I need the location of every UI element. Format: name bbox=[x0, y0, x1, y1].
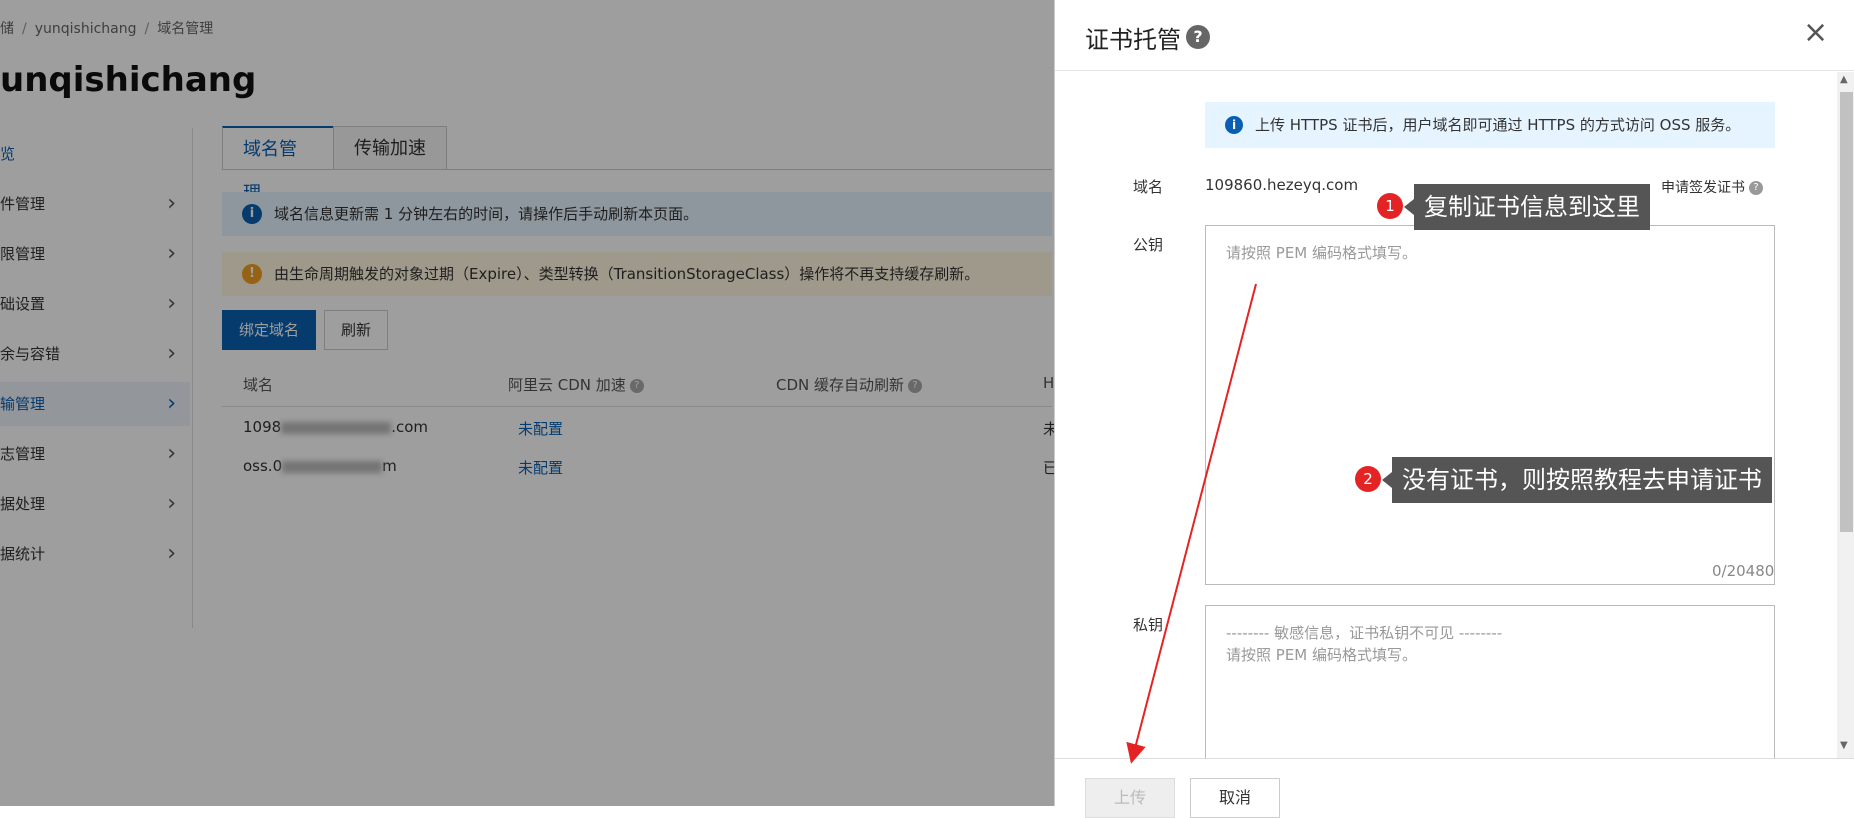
cancel-button[interactable]: 取消 bbox=[1190, 778, 1280, 818]
https-info-text: 上传 HTTPS 证书后，用户域名即可通过 HTTPS 的方式访问 OSS 服务… bbox=[1255, 116, 1741, 134]
scroll-down-arrow-icon[interactable]: ▼ bbox=[1840, 740, 1848, 751]
domain-value: 109860.hezeyq.com bbox=[1205, 176, 1359, 194]
public-key-placeholder: 请按照 PEM 编码格式填写。 bbox=[1226, 244, 1418, 262]
help-icon[interactable]: ? bbox=[1186, 25, 1210, 49]
apply-certificate-label: 申请签发证书 bbox=[1661, 180, 1745, 196]
step-2-callout: 没有证书，则按照教程去申请证书 bbox=[1382, 457, 1772, 503]
step-2-badge: 2 bbox=[1355, 466, 1381, 492]
scrollbar-thumb[interactable] bbox=[1840, 92, 1853, 532]
certificate-drawer: 证书托管 ? × i 上传 HTTPS 证书后，用户域名即可通过 HTTPS 的… bbox=[1054, 0, 1854, 818]
public-key-char-count: 0/20480 bbox=[1712, 562, 1775, 580]
info-icon: i bbox=[1225, 116, 1243, 134]
drawer-title: 证书托管 bbox=[1085, 26, 1181, 54]
upload-button[interactable]: 上传 bbox=[1085, 778, 1175, 818]
private-key-label: 私钥 bbox=[1133, 616, 1164, 634]
public-key-label: 公钥 bbox=[1133, 236, 1164, 254]
step-1-callout: 复制证书信息到这里 bbox=[1404, 184, 1650, 230]
public-key-textarea[interactable]: 请按照 PEM 编码格式填写。 bbox=[1205, 225, 1775, 585]
drawer-header-divider bbox=[1055, 70, 1854, 71]
private-key-textarea[interactable]: -------- 敏感信息，证书私钥不可见 -------- 请按照 PEM 编… bbox=[1205, 605, 1775, 765]
help-icon[interactable]: ? bbox=[1749, 181, 1763, 195]
step-1-badge: 1 bbox=[1377, 193, 1403, 219]
domain-label: 域名 bbox=[1133, 178, 1164, 196]
scroll-up-arrow-icon[interactable]: ▲ bbox=[1840, 74, 1848, 85]
private-key-placeholder: 请按照 PEM 编码格式填写。 bbox=[1226, 646, 1418, 664]
https-info-notice: i 上传 HTTPS 证书后，用户域名即可通过 HTTPS 的方式访问 OSS … bbox=[1205, 102, 1775, 148]
private-key-sensitive-note: -------- 敏感信息，证书私钥不可见 -------- bbox=[1226, 624, 1503, 642]
close-icon[interactable]: × bbox=[1803, 18, 1828, 48]
apply-certificate-link[interactable]: 申请签发证书? bbox=[1661, 177, 1763, 197]
